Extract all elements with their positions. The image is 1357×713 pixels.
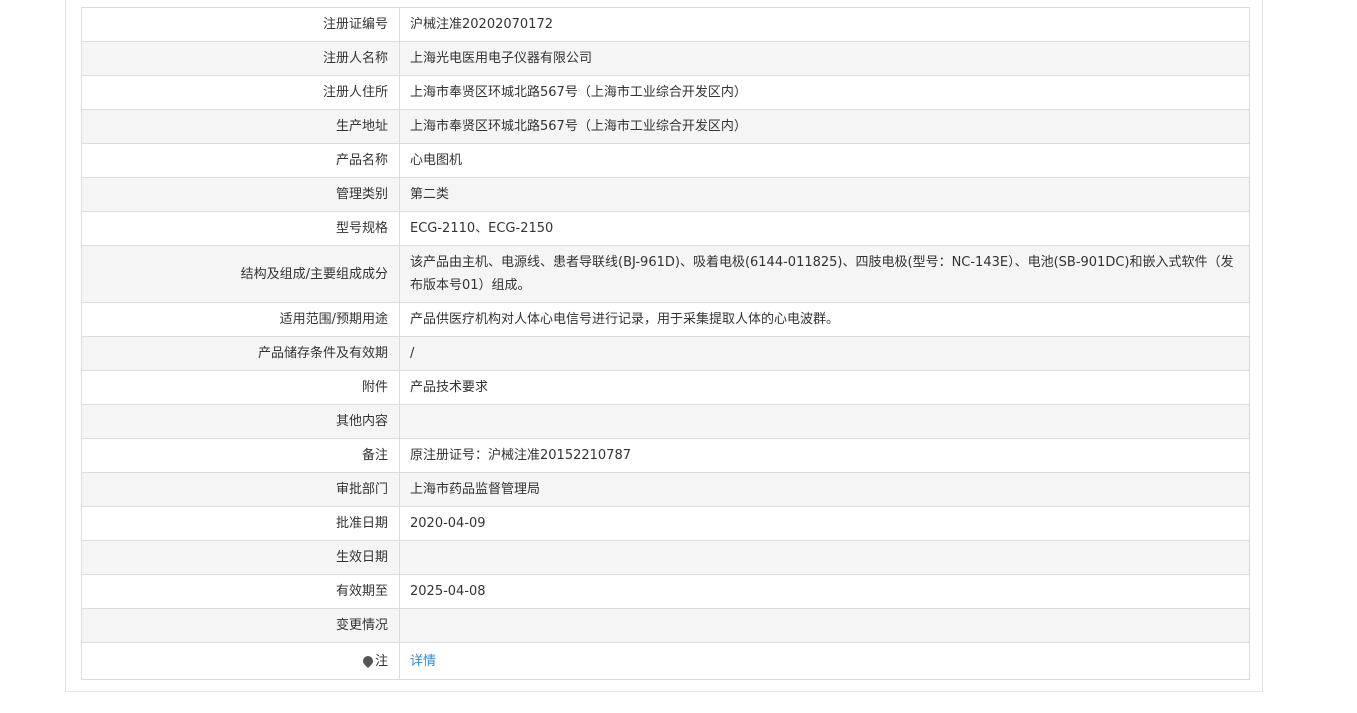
table-row-registrant-address: 注册人住所 上海市奉贤区环城北路567号（上海市工业综合开发区内） [81,75,1250,110]
table-row-change-status: 变更情况 [81,608,1250,643]
row-label: 附件 [81,370,400,405]
row-value: / [399,336,1250,371]
table-row-product-name: 产品名称 心电图机 [81,143,1250,178]
registration-detail-table: 注册证编号 沪械注准20202070172 注册人名称 上海光电医用电子仪器有限… [81,7,1250,680]
table-row-structure-composition: 结构及组成/主要组成成分 该产品由主机、电源线、患者导联线(BJ-961D)、吸… [81,245,1250,303]
table-row-model-spec: 型号规格 ECG-2110、ECG-2150 [81,211,1250,246]
row-value [399,404,1250,439]
row-value: 产品供医疗机构对人体心电信号进行记录，用于采集提取人体的心电波群。 [399,302,1250,337]
row-value [399,540,1250,575]
row-label: 有效期至 [81,574,400,609]
table-row-storage-validity: 产品储存条件及有效期 / [81,336,1250,371]
row-value: ECG-2110、ECG-2150 [399,211,1250,246]
row-label: 审批部门 [81,472,400,507]
row-label: 产品名称 [81,143,400,178]
table-row-effective-date: 生效日期 [81,540,1250,575]
row-value: 详情 [399,642,1250,680]
row-value: 2020-04-09 [399,506,1250,541]
row-value: 上海市药品监督管理局 [399,472,1250,507]
table-row-registrant-name: 注册人名称 上海光电医用电子仪器有限公司 [81,41,1250,76]
row-value: 原注册证号：沪械注准20152210787 [399,438,1250,473]
row-label: 管理类别 [81,177,400,212]
row-label: 型号规格 [81,211,400,246]
table-row-approval-date: 批准日期 2020-04-09 [81,506,1250,541]
row-label: 注册人住所 [81,75,400,110]
table-row-production-address: 生产地址 上海市奉贤区环城北路567号（上海市工业综合开发区内） [81,109,1250,144]
row-value: 心电图机 [399,143,1250,178]
table-row-attachment: 附件 产品技术要求 [81,370,1250,405]
row-label: 注 [81,642,400,680]
row-label: 适用范围/预期用途 [81,302,400,337]
row-value: 上海市奉贤区环城北路567号（上海市工业综合开发区内） [399,109,1250,144]
table-row-intended-use: 适用范围/预期用途 产品供医疗机构对人体心电信号进行记录，用于采集提取人体的心电… [81,302,1250,337]
row-label: 变更情况 [81,608,400,643]
row-label: 备注 [81,438,400,473]
row-label: 注册证编号 [81,7,400,42]
details-link[interactable]: 详情 [410,654,436,669]
row-label: 生产地址 [81,109,400,144]
row-value: 第二类 [399,177,1250,212]
table-row-valid-until: 有效期至 2025-04-08 [81,574,1250,609]
row-value: 沪械注准20202070172 [399,7,1250,42]
row-label: 生效日期 [81,540,400,575]
row-value [399,608,1250,643]
note-label: 注 [374,653,388,669]
row-label: 其他内容 [81,404,400,439]
row-value: 上海市奉贤区环城北路567号（上海市工业综合开发区内） [399,75,1250,110]
row-value: 上海光电医用电子仪器有限公司 [399,41,1250,76]
row-label: 注册人名称 [81,41,400,76]
table-row-remarks: 备注 原注册证号：沪械注准20152210787 [81,438,1250,473]
row-label: 产品储存条件及有效期 [81,336,400,371]
table-row-approval-department: 审批部门 上海市药品监督管理局 [81,472,1250,507]
table-row-management-category: 管理类别 第二类 [81,177,1250,212]
row-label: 结构及组成/主要组成成分 [81,245,400,303]
map-pin-icon [360,653,376,668]
row-label: 批准日期 [81,506,400,541]
table-row-other-content: 其他内容 [81,404,1250,439]
table-row-note: 注 详情 [81,642,1250,680]
row-value: 2025-04-08 [399,574,1250,609]
table-row-registration-number: 注册证编号 沪械注准20202070172 [81,7,1250,42]
row-value: 产品技术要求 [399,370,1250,405]
row-value: 该产品由主机、电源线、患者导联线(BJ-961D)、吸着电极(6144-0118… [399,245,1250,303]
